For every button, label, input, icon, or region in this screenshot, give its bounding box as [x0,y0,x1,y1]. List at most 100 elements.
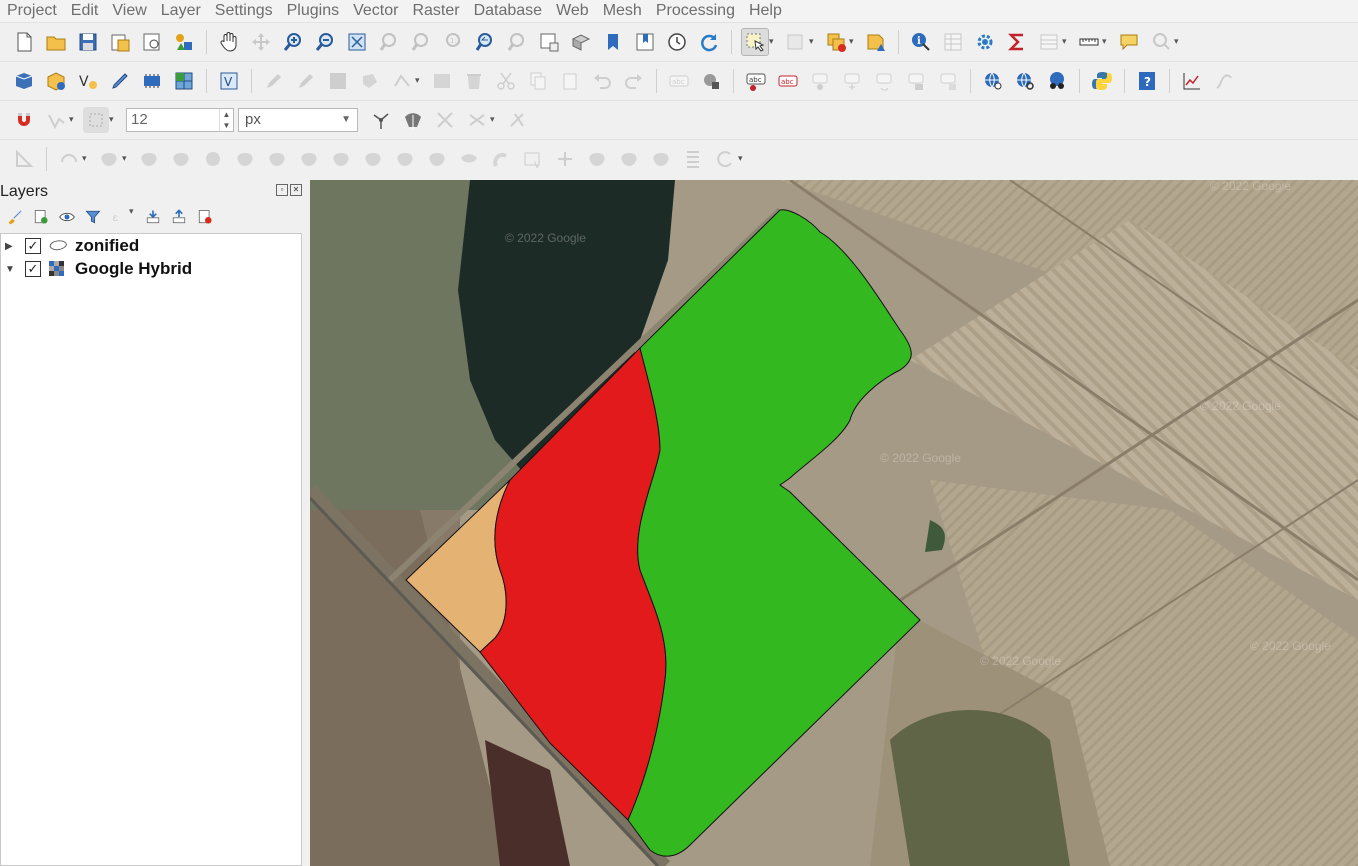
show-bookmarks-button[interactable] [632,29,658,55]
collapse-all-button[interactable] [168,206,190,228]
add-feature-button[interactable] [357,68,383,94]
redo-button[interactable] [621,68,647,94]
filter-expression-button[interactable]: ε [108,206,130,228]
menu-raster[interactable]: Raster [405,0,466,22]
menu-view[interactable]: View [105,0,153,22]
new-virtual-layer-button[interactable] [139,68,165,94]
refresh-button[interactable] [696,29,722,55]
statistics-button[interactable] [1004,29,1030,55]
simplify-button[interactable]: V [520,146,546,172]
print-layout-button[interactable] [139,29,165,55]
temporal-controller-button[interactable] [664,29,690,55]
enable-snapping-button[interactable] [11,107,37,133]
spinbox-arrows[interactable]: ▲ ▼ [219,108,233,131]
menu-help[interactable]: Help [742,0,789,22]
new-map-view-button[interactable] [536,29,562,55]
advanced-digitizing-button[interactable] [504,107,530,133]
new-temporary-layer-button[interactable] [107,68,133,94]
chevron-down-icon[interactable]: ▾ [129,206,137,228]
current-edits-button[interactable] [261,68,287,94]
deselect-features-button[interactable] [823,29,849,55]
cad-tools-button[interactable] [11,146,37,172]
profile-tool-button[interactable] [1179,68,1205,94]
map-tips-button[interactable] [1116,29,1142,55]
menu-settings[interactable]: Settings [208,0,280,22]
new-project-button[interactable] [11,29,37,55]
rotate-feature-button[interactable] [648,146,674,172]
menu-processing[interactable]: Processing [649,0,742,22]
open-layer-styling-button[interactable] [4,206,26,228]
select-location-button[interactable] [863,29,889,55]
menu-layer[interactable]: Layer [154,0,208,22]
snapping-tolerance-input[interactable] [127,110,219,129]
pan-to-selection-button[interactable] [248,29,274,55]
zoom-to-layer-button[interactable] [408,29,434,55]
undo-history-button[interactable] [712,146,738,172]
copy-features-button[interactable] [525,68,551,94]
add-ring-button[interactable] [96,146,122,172]
attribute-table-button[interactable] [940,29,966,55]
processing-toolbox-button[interactable] [972,29,998,55]
zoom-last-button[interactable] [472,29,498,55]
toggle-editing-button[interactable] [293,68,319,94]
diagram-options-button[interactable] [698,68,724,94]
highlight-labels-button[interactable]: abc [775,68,801,94]
topological-editing-button[interactable] [368,107,394,133]
change-label-button[interactable] [903,68,929,94]
expand-arrow-icon[interactable]: ▶ [5,241,15,252]
open-project-button[interactable] [43,29,69,55]
save-project-button[interactable] [75,29,101,55]
chevron-down-icon[interactable]: ▾ [849,36,857,47]
add-part-button[interactable] [168,146,194,172]
quickmapservices-button[interactable] [1044,68,1070,94]
save-as-button[interactable] [107,29,133,55]
identify-features-button[interactable]: i [908,29,934,55]
chevron-down-icon[interactable]: ▾ [109,114,117,125]
show-hide-labels-button[interactable] [807,68,833,94]
tracing-button[interactable] [464,107,490,133]
chevron-down-icon[interactable]: ▾ [738,153,746,164]
snapping-tolerance-spinbox[interactable]: ▲▼ [126,107,234,132]
snapping-units-select[interactable]: px ▼ [238,107,358,132]
spin-up-icon[interactable]: ▲ [223,110,231,119]
style-manager-button[interactable] [171,29,197,55]
chevron-down-icon[interactable]: ▾ [809,36,817,47]
self-snapping-button[interactable] [432,107,458,133]
layers-tree[interactable]: ▶ ✓ zonified ▼ ✓ Google Hybrid [0,233,302,866]
zoom-native-button[interactable]: 1:1 [440,29,466,55]
rotate-point-button[interactable] [488,146,514,172]
chevron-down-icon[interactable]: ▾ [1174,36,1182,47]
map-canvas[interactable]: © 2022 Google © 2022 Google © 2022 Googl… [310,180,1358,866]
menu-project[interactable]: Project [0,0,64,22]
new-3d-view-button[interactable] [568,29,594,55]
scale-feature-button[interactable] [680,146,706,172]
metasearch-button[interactable] [980,68,1006,94]
snapping-layers-button[interactable] [43,107,69,133]
modify-attributes-button[interactable] [429,68,455,94]
new-bookmark-button[interactable] [600,29,626,55]
merge-attributes-button[interactable] [456,146,482,172]
split-features-button[interactable] [360,146,386,172]
delete-part-button[interactable] [232,146,258,172]
offset-curve-button[interactable] [296,146,322,172]
snapping-type-button[interactable] [83,106,109,133]
expand-all-button[interactable] [142,206,164,228]
chevron-down-icon[interactable]: ▾ [69,114,77,125]
add-group-button[interactable] [30,206,52,228]
spin-down-icon[interactable]: ▼ [223,121,231,130]
zoom-out-button[interactable] [312,29,338,55]
layer-visibility-checkbox[interactable]: ✓ [25,238,41,254]
cut-features-button[interactable] [493,68,519,94]
menu-plugins[interactable]: Plugins [280,0,346,22]
chevron-down-icon[interactable]: ▾ [1102,36,1110,47]
rotate-label-button[interactable] [871,68,897,94]
add-vector-layer-button[interactable]: V [216,68,242,94]
layer-visibility-checkbox[interactable]: ✓ [25,261,41,277]
pin-labels-button[interactable]: abc [743,68,769,94]
select-by-value-button[interactable] [783,29,809,55]
vertex-tool-button[interactable] [389,68,415,94]
measure-line-button[interactable] [1076,29,1102,55]
menu-database[interactable]: Database [467,0,550,22]
layer-row-google-hybrid[interactable]: ▼ ✓ Google Hybrid [1,258,192,280]
zoom-in-button[interactable] [280,29,306,55]
